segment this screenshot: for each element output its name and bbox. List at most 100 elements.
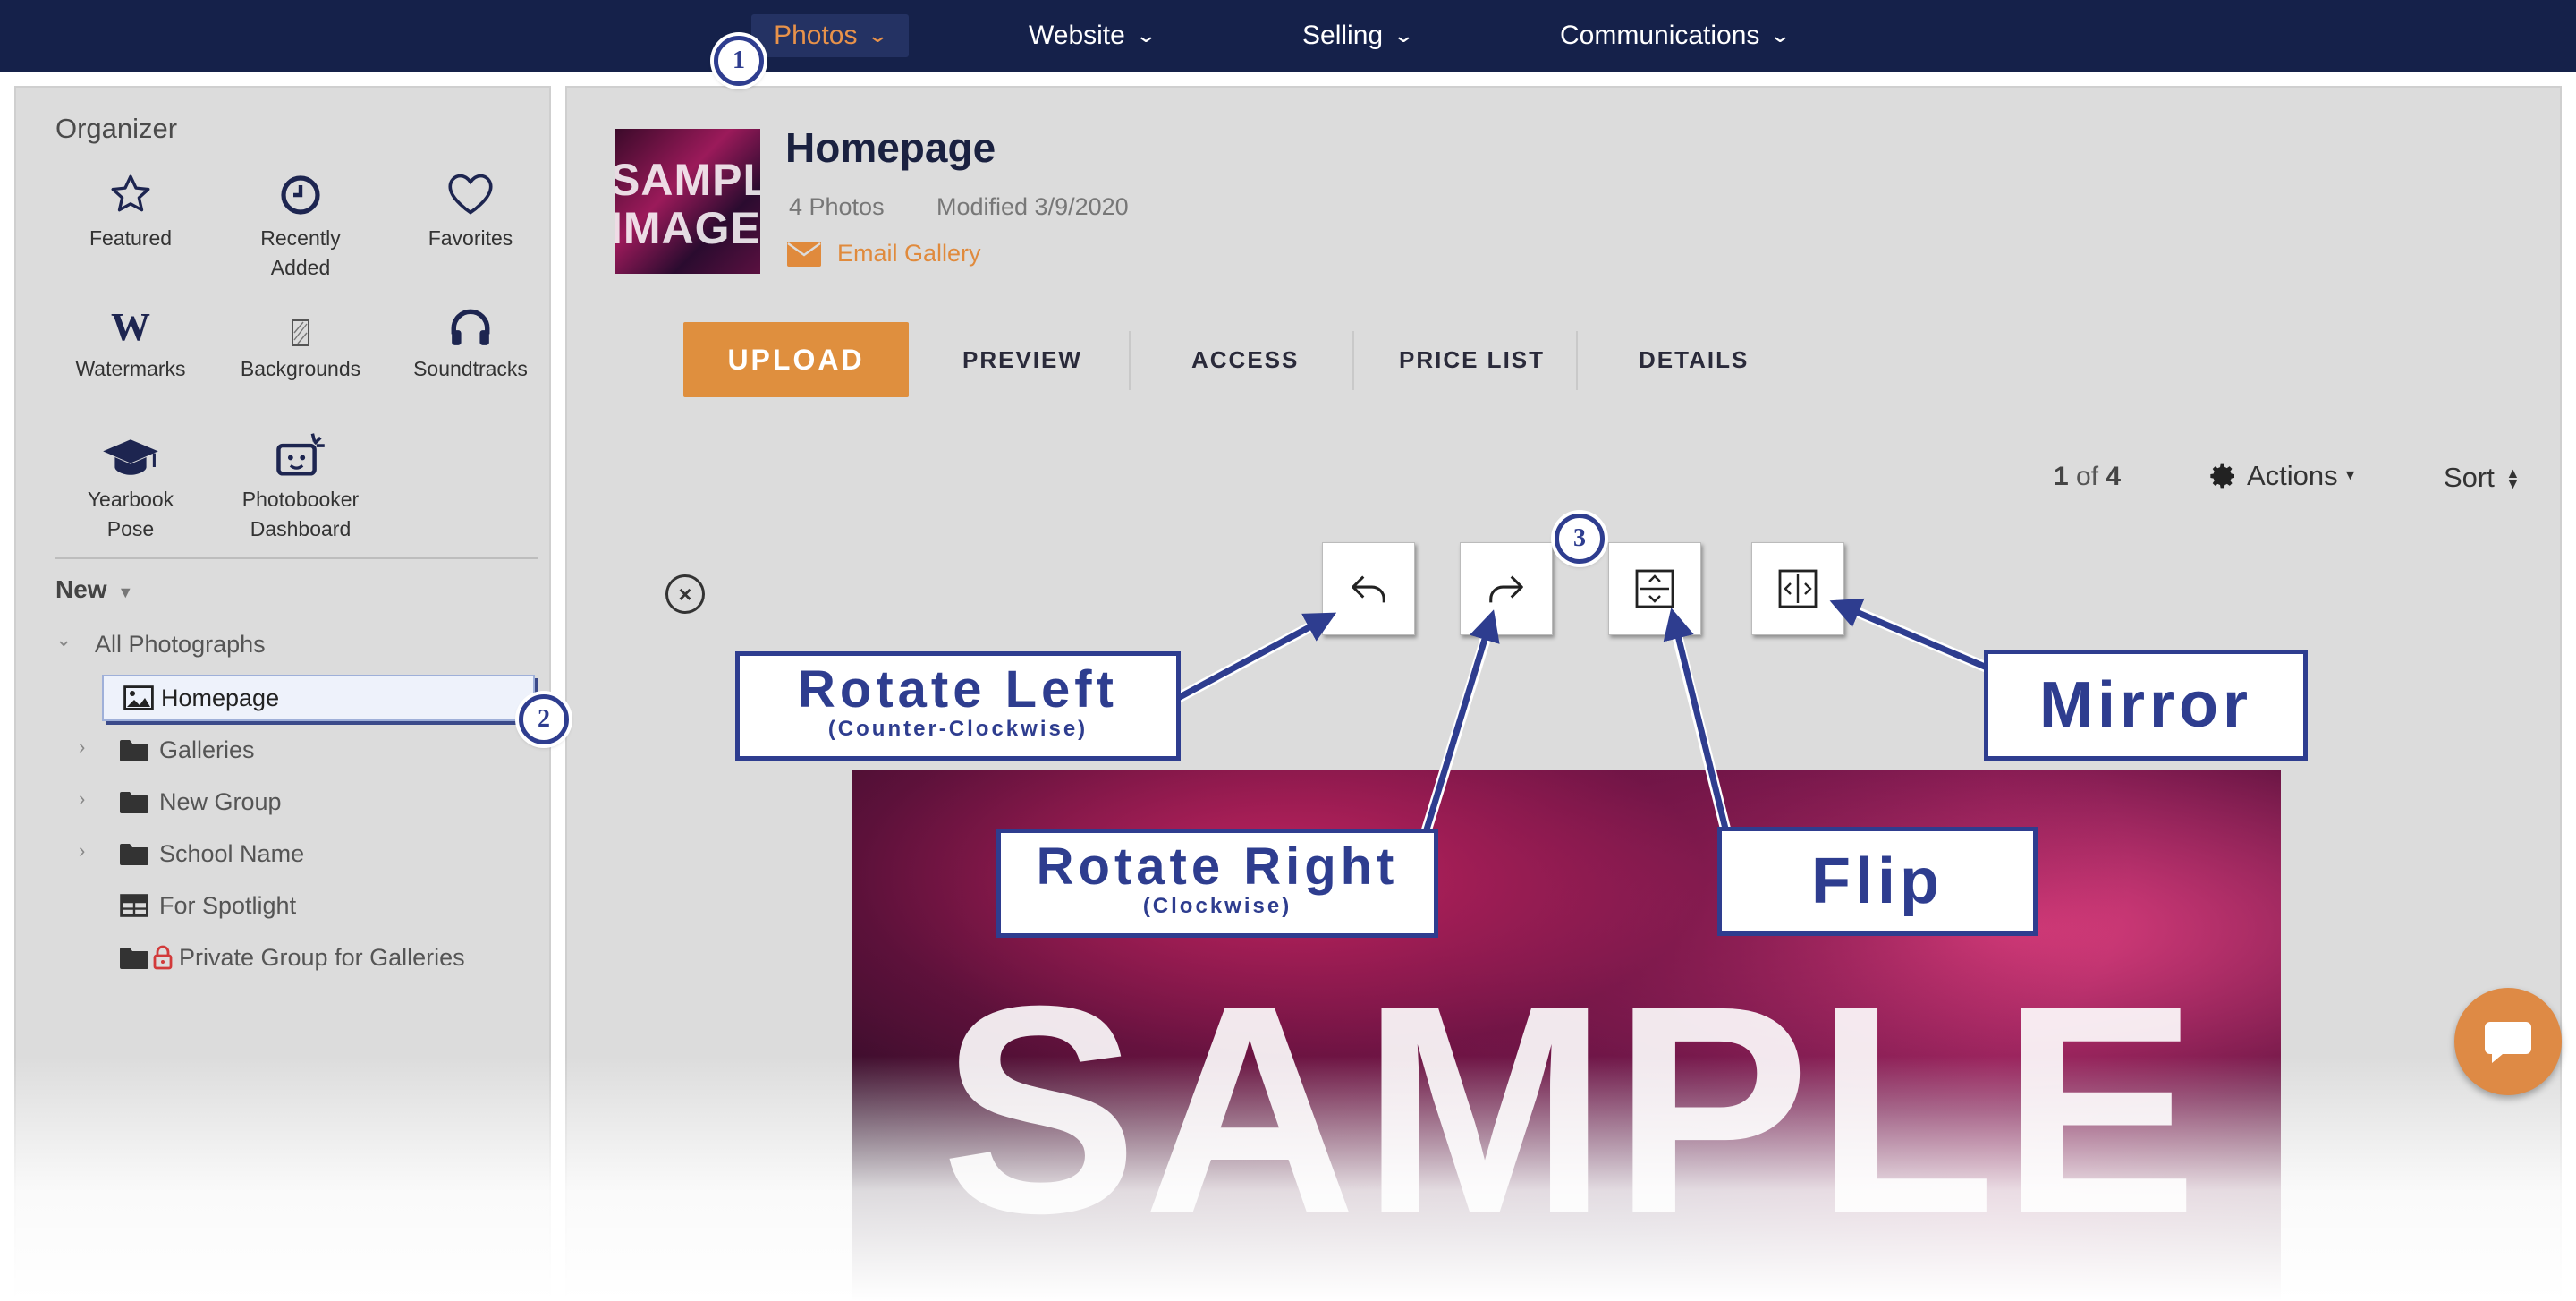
gear-icon	[2209, 462, 2238, 490]
sort-icon: ▲ ▼	[2505, 465, 2521, 492]
organizer-yearbook-pose-label: Yearbook Pose	[87, 488, 174, 540]
organizer-title: Organizer	[55, 113, 178, 144]
chevron-right-icon[interactable]: ›	[79, 787, 85, 811]
actions-dropdown[interactable]: Actions ▼	[2209, 460, 2358, 492]
nav-photos[interactable]: Photos ⌄	[751, 14, 909, 57]
flip-button[interactable]	[1608, 542, 1701, 635]
chevron-down-icon: ⌄	[1134, 24, 1157, 47]
callout-rotate-left: Rotate Left (Counter-Clockwise)	[735, 651, 1181, 761]
modified-date: Modified 3/9/2020	[936, 193, 1129, 220]
tab-preview[interactable]: PREVIEW	[962, 322, 1082, 397]
rotate-left-button[interactable]	[1322, 542, 1415, 635]
organizer-watermarks-label: Watermarks	[75, 357, 186, 380]
new-label: New	[55, 575, 107, 603]
organizer-featured[interactable]: Featured	[41, 170, 220, 253]
organizer-soundtracks[interactable]: Soundtracks	[381, 301, 560, 384]
callout-rotate-left-title: Rotate Left	[798, 660, 1118, 719]
tree-item-new-group[interactable]: New Group	[120, 784, 282, 820]
caret-down-icon: ▼	[2343, 468, 2358, 483]
tree-item-homepage[interactable]: Homepage	[102, 675, 535, 721]
callout-rotate-right: Rotate Right (Clockwise)	[996, 829, 1438, 938]
backgrounds-icon	[211, 301, 390, 354]
pager-current: 1	[2054, 462, 2069, 491]
folder-icon	[120, 842, 148, 865]
nav-photos-label: Photos	[774, 21, 858, 50]
envelope-icon	[787, 241, 821, 267]
chat-button[interactable]	[2454, 988, 2562, 1095]
annotation-badge-2: 2	[519, 694, 569, 744]
close-icon[interactable]: ×	[665, 574, 705, 614]
organizer-favorites[interactable]: Favorites	[381, 170, 560, 253]
tree-item-private-group[interactable]: Private Group for Galleries	[120, 940, 465, 975]
tab-price-list[interactable]: PRICE LIST	[1399, 322, 1545, 397]
top-nav: Photos ⌄ Website ⌄ Selling ⌄ Communicati…	[0, 0, 2576, 72]
organizer-yearbook-pose[interactable]: Yearbook Pose	[41, 431, 220, 544]
chat-bubble-icon	[2481, 1015, 2535, 1068]
tree-item-label: Galleries	[159, 736, 255, 763]
tab-divider	[1352, 331, 1354, 390]
rotate-right-button[interactable]	[1460, 542, 1553, 635]
gallery-thumbnail: SAMPL IMAGE	[615, 129, 760, 274]
organizer-divider	[55, 557, 538, 559]
nav-communications[interactable]: Communications ⌄	[1560, 0, 1792, 72]
tree-item-galleries[interactable]: Galleries	[120, 732, 255, 768]
star-icon	[41, 170, 220, 224]
chevron-right-icon[interactable]: ›	[79, 839, 85, 863]
chevron-right-icon[interactable]: ›	[79, 736, 85, 759]
mirror-button[interactable]	[1751, 542, 1844, 635]
organizer-backgrounds[interactable]: Backgrounds	[211, 301, 390, 384]
caret-down-icon: ▼	[117, 583, 134, 601]
chevron-down-icon[interactable]: ⌄	[55, 628, 72, 651]
photobooker-icon	[211, 431, 390, 485]
heart-icon	[381, 170, 560, 224]
organizer-watermarks[interactable]: W Watermarks	[41, 301, 220, 384]
organizer-backgrounds-label: Backgrounds	[240, 357, 361, 380]
callout-mirror: Mirror	[1984, 650, 2308, 761]
organizer-favorites-label: Favorites	[428, 226, 513, 250]
tab-divider	[1576, 331, 1578, 390]
chevron-down-icon: ⌄	[866, 24, 890, 47]
organizer-photobooker-dashboard[interactable]: Photobooker Dashboard	[211, 431, 390, 544]
thumbnail-text-1: SAMPL	[615, 155, 760, 205]
sort-label: Sort	[2444, 462, 2495, 493]
callout-rotate-left-sub: (Counter-Clockwise)	[827, 717, 1089, 741]
tree-item-school-name[interactable]: School Name	[120, 836, 304, 872]
callout-rotate-right-sub: (Clockwise)	[1142, 894, 1292, 918]
folder-icon	[120, 790, 148, 813]
email-gallery-link[interactable]: Email Gallery	[787, 240, 981, 268]
tree-item-label: For Spotlight	[159, 891, 297, 919]
graduation-cap-icon	[41, 431, 220, 485]
nav-website[interactable]: Website ⌄	[1029, 0, 1157, 72]
folder-icon	[120, 738, 148, 761]
nav-selling[interactable]: Selling ⌄	[1302, 0, 1416, 72]
callout-flip: Flip	[1717, 827, 2038, 936]
chevron-down-icon: ⌄	[1392, 24, 1416, 47]
email-gallery-label: Email Gallery	[837, 240, 981, 267]
annotation-badge-3: 3	[1555, 514, 1605, 564]
tab-access[interactable]: ACCESS	[1191, 322, 1299, 397]
organizer-recently-added[interactable]: Recently Added	[211, 170, 390, 283]
tree-item-label: Private Group for Galleries	[179, 943, 465, 971]
tab-divider	[1129, 331, 1131, 390]
clock-icon	[211, 170, 390, 224]
tree-item-label: School Name	[159, 839, 305, 867]
tab-details[interactable]: DETAILS	[1639, 322, 1749, 397]
new-dropdown[interactable]: New ▼	[55, 575, 133, 604]
upload-button[interactable]: UPLOAD	[683, 322, 909, 397]
lock-icon	[152, 945, 174, 970]
tree-item-for-spotlight[interactable]: For Spotlight	[120, 888, 296, 923]
organizer-photobooker-dashboard-label: Photobooker Dashboard	[242, 488, 360, 540]
nav-selling-label: Selling	[1302, 21, 1384, 50]
photo-count: 4 Photos	[789, 193, 885, 220]
gallery-title: Homepage	[785, 124, 996, 171]
watermark-w-icon: W	[111, 305, 150, 349]
actions-label: Actions	[2247, 460, 2338, 491]
sort-dropdown[interactable]: Sort ▲ ▼	[2444, 462, 2520, 494]
tree-root-label: All Photographs	[95, 630, 266, 658]
headphones-icon	[381, 301, 560, 354]
nav-website-label: Website	[1029, 21, 1125, 50]
pager-total: 4	[2106, 462, 2122, 491]
tree-root-all-photographs[interactable]: All Photographs	[95, 626, 266, 662]
flip-icon	[1635, 569, 1674, 608]
thumbnail-text-2: IMAGE	[615, 203, 760, 253]
